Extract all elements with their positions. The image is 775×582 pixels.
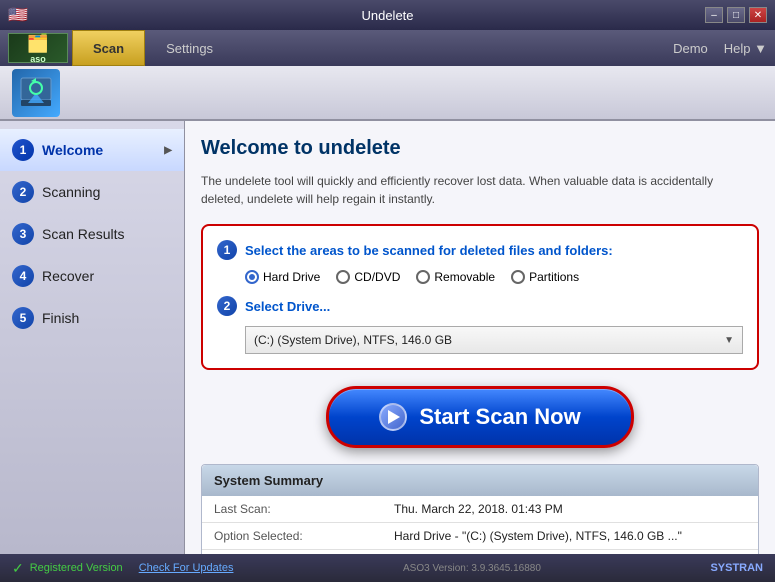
sidebar-arrow-welcome: ▶ <box>164 145 172 156</box>
radio-partitions[interactable]: Partitions <box>511 270 579 284</box>
radio-cddvd[interactable]: CD/DVD <box>336 270 400 284</box>
summary-value-last-scan: Thu. March 22, 2018. 01:43 PM <box>394 502 563 516</box>
bottom-bar: ✓ Registered Version Check For Updates A… <box>0 554 775 582</box>
radio-label-cd: CD/DVD <box>354 270 400 284</box>
summary-label-option: Option Selected: <box>214 529 394 543</box>
scan-button-area: Start Scan Now <box>201 386 759 448</box>
demo-link[interactable]: Demo <box>673 41 708 56</box>
scan-options-box: 1 Select the areas to be scanned for del… <box>201 224 759 370</box>
start-scan-label: Start Scan Now <box>419 404 580 430</box>
bottom-left: ✓ Registered Version Check For Updates <box>12 560 233 577</box>
summary-row-files-found: Files Found: 178 file(s) <box>202 550 758 554</box>
main-area: 1 Welcome ▶ 2 Scanning 3 Scan Results 4 … <box>0 121 775 554</box>
summary-value-option: Hard Drive - "(C:) (System Drive), NTFS,… <box>394 529 682 543</box>
title-bar: 🇺🇸 Undelete – □ ✕ <box>0 0 775 30</box>
title-bar-flag: 🇺🇸 <box>8 5 28 25</box>
sidebar-item-scanning[interactable]: 2 Scanning <box>0 171 184 213</box>
help-link[interactable]: Help ▼ <box>724 41 767 56</box>
menu-right: Demo Help ▼ <box>673 41 767 56</box>
sidebar-num-5: 5 <box>12 307 34 329</box>
step1-num: 1 <box>217 240 237 260</box>
restore-button[interactable]: □ <box>727 7 745 23</box>
radio-circle-cd[interactable] <box>336 270 350 284</box>
radio-label-rem: Removable <box>434 270 495 284</box>
summary-label-last-scan: Last Scan: <box>214 502 394 516</box>
app-icon <box>12 69 60 117</box>
radio-circle-hd[interactable] <box>245 270 259 284</box>
sidebar-num-3: 3 <box>12 223 34 245</box>
step1-text: Select the areas to be scanned for delet… <box>245 243 613 258</box>
menu-bar: 🗂️ aso Scan Settings Demo Help ▼ <box>0 30 775 66</box>
close-button[interactable]: ✕ <box>749 7 767 23</box>
step2-num: 2 <box>217 296 237 316</box>
radio-group: Hard Drive CD/DVD Removable Partitions <box>245 270 743 284</box>
check-icon: ✓ <box>12 560 24 577</box>
window-title: Undelete <box>361 8 413 23</box>
step1-label: 1 Select the areas to be scanned for del… <box>217 240 743 260</box>
radio-label-hd: Hard Drive <box>263 270 320 284</box>
radio-removable[interactable]: Removable <box>416 270 495 284</box>
logo-text: aso <box>27 54 49 64</box>
drive-value: (C:) (System Drive), NTFS, 146.0 GB <box>254 333 452 347</box>
sidebar-item-finish[interactable]: 5 Finish <box>0 297 184 339</box>
sidebar-label-scanning: Scanning <box>42 184 100 200</box>
summary-row-last-scan: Last Scan: Thu. March 22, 2018. 01:43 PM <box>202 496 758 523</box>
sidebar-item-recover[interactable]: 4 Recover <box>0 255 184 297</box>
radio-circle-part[interactable] <box>511 270 525 284</box>
start-scan-button[interactable]: Start Scan Now <box>326 386 633 448</box>
drive-select-area: (C:) (System Drive), NTFS, 146.0 GB ▼ <box>245 326 743 354</box>
sidebar: 1 Welcome ▶ 2 Scanning 3 Scan Results 4 … <box>0 121 185 554</box>
sidebar-label-welcome: Welcome <box>42 142 103 158</box>
app-header <box>0 66 775 121</box>
page-title: Welcome to undelete <box>201 137 759 160</box>
registered-indicator: ✓ Registered Version <box>12 560 123 577</box>
title-bar-controls: – □ ✕ <box>705 7 767 23</box>
page-description: The undelete tool will quickly and effic… <box>201 172 759 208</box>
radio-circle-rem[interactable] <box>416 270 430 284</box>
drive-dropdown[interactable]: (C:) (System Drive), NTFS, 146.0 GB ▼ <box>245 326 743 354</box>
summary-title: System Summary <box>202 465 758 496</box>
radio-hard-drive[interactable]: Hard Drive <box>245 270 320 284</box>
step2-label: 2 Select Drive... <box>217 296 743 316</box>
radio-label-part: Partitions <box>529 270 579 284</box>
play-triangle-icon <box>388 410 400 424</box>
radio-dot-hd <box>249 274 255 280</box>
sidebar-label-scan-results: Scan Results <box>42 226 124 242</box>
tab-scan[interactable]: Scan <box>72 30 145 66</box>
system-summary-box: System Summary Last Scan: Thu. March 22,… <box>201 464 759 554</box>
version-text: ASO3 Version: 3.9.3645.16880 <box>403 563 541 574</box>
registered-label: Registered Version <box>30 562 123 574</box>
minimize-button[interactable]: – <box>705 7 723 23</box>
summary-row-option: Option Selected: Hard Drive - "(C:) (Sys… <box>202 523 758 550</box>
sidebar-label-recover: Recover <box>42 268 94 284</box>
step2-text: Select Drive... <box>245 299 330 314</box>
content-area: Welcome to undelete The undelete tool wi… <box>185 121 775 554</box>
sidebar-item-scan-results[interactable]: 3 Scan Results <box>0 213 184 255</box>
sidebar-num-4: 4 <box>12 265 34 287</box>
play-icon <box>379 403 407 431</box>
tab-settings[interactable]: Settings <box>145 30 234 66</box>
sidebar-item-welcome[interactable]: 1 Welcome ▶ <box>0 129 184 171</box>
dropdown-arrow-icon: ▼ <box>724 335 734 346</box>
sidebar-num-2: 2 <box>12 181 34 203</box>
app-logo: 🗂️ aso <box>8 33 68 63</box>
sidebar-num-1: 1 <box>12 139 34 161</box>
check-updates-link[interactable]: Check For Updates <box>139 562 234 574</box>
systray-logo: SYSTRAN <box>710 562 763 574</box>
sidebar-label-finish: Finish <box>42 310 79 326</box>
